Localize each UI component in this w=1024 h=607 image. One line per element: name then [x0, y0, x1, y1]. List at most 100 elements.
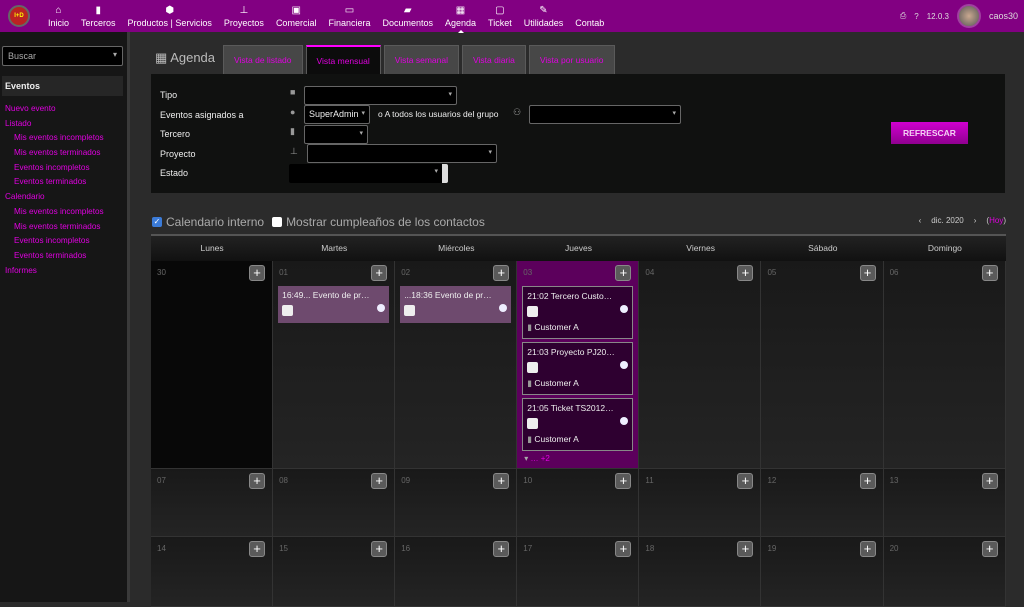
tipo-select[interactable]	[304, 86, 457, 105]
sidebar-link[interactable]: Mis eventos incompletos	[0, 131, 127, 146]
add-event-button[interactable]: +	[859, 541, 876, 557]
print-icon[interactable]: ⎙	[900, 11, 906, 21]
day-cell[interactable]: 13 +	[883, 469, 1006, 537]
prev-month-icon[interactable]: ‹	[919, 216, 922, 225]
event-card[interactable]: ...18:36 Evento de pr…	[400, 286, 512, 323]
menu-item-agenda[interactable]: ▦ Agenda	[439, 4, 482, 33]
sidebar-link[interactable]: Mis eventos terminados	[0, 220, 127, 235]
add-event-button[interactable]: +	[859, 265, 876, 281]
company-logo[interactable]: I+D	[8, 5, 30, 27]
group-select[interactable]	[529, 105, 681, 124]
day-cell[interactable]: 15 +	[273, 537, 396, 607]
day-cell[interactable]: 12 +	[761, 469, 884, 537]
add-event-button[interactable]: +	[371, 541, 388, 557]
day-cell[interactable]: 07 +	[151, 469, 274, 537]
day-cell[interactable]: 02 + ...18:36 Evento de pr…	[395, 261, 518, 469]
menu-item-productos[interactable]: ⬢ Productos | Servicios	[122, 4, 218, 28]
add-event-button[interactable]: +	[737, 473, 754, 489]
menu-item-documentos[interactable]: ▰ Documentos	[376, 4, 439, 28]
sidebar-link[interactable]: Mis eventos terminados	[0, 146, 127, 161]
menu-item-proyectos[interactable]: ⊥ Proyectos	[218, 4, 270, 28]
day-cell[interactable]: 10 +	[517, 469, 640, 537]
user-avatar[interactable]	[956, 4, 981, 28]
add-event-button[interactable]: +	[981, 265, 998, 281]
event-card[interactable]: 21:03 Proyecto PJ20… ▮ Customer A	[522, 342, 634, 395]
add-event-button[interactable]: +	[249, 541, 266, 557]
tab-vista-semanal[interactable]: Vista semanal	[383, 45, 459, 74]
day-cell[interactable]: 09 +	[395, 469, 518, 537]
tab-vista-de-listado[interactable]: Vista de listado	[223, 45, 303, 74]
day-cell[interactable]: 16 +	[395, 537, 518, 607]
estado-label: Estado	[160, 168, 189, 178]
username[interactable]: caos30	[989, 11, 1018, 21]
menu-item-financiera[interactable]: ▭ Financiera	[322, 4, 376, 28]
menu-item-label: Ticket	[488, 18, 512, 28]
add-event-button[interactable]: +	[737, 541, 754, 557]
event-card[interactable]: 21:05 Ticket TS2012… ▮ Customer A	[522, 398, 634, 451]
search-input[interactable]: Buscar	[2, 46, 123, 66]
week-row: 30 +01 +16:49... Evento de pr… 02 + ...18:36 …	[151, 261, 1006, 469]
tab-vista-por-usuario[interactable]: Vista por usuario	[528, 45, 615, 74]
day-cell[interactable]: 05 +	[761, 261, 884, 469]
add-event-button[interactable]: +	[615, 473, 632, 489]
day-cell[interactable]: 08 +	[273, 469, 396, 537]
sidebar-link[interactable]: Informes	[0, 264, 127, 279]
add-event-button[interactable]: +	[493, 541, 510, 557]
day-cell[interactable]: 19 +	[761, 537, 884, 607]
day-cell[interactable]: 06 +	[883, 261, 1006, 469]
add-event-button[interactable]: +	[249, 473, 266, 489]
sidebar-link[interactable]: Mis eventos incompletos	[0, 205, 127, 220]
status-dot	[620, 361, 629, 369]
add-event-button[interactable]: +	[249, 265, 266, 281]
refresh-button[interactable]: REFRESCAR	[891, 122, 968, 144]
internal-calendar-checkbox[interactable]: ✓	[152, 217, 162, 227]
add-event-button[interactable]: +	[493, 265, 510, 281]
event-card[interactable]: 21:02 Tercero Custo… ▮ Customer A	[522, 286, 634, 339]
sidebar-link[interactable]: Eventos terminados	[0, 175, 127, 190]
event-card[interactable]: 16:49... Evento de pr…	[278, 286, 390, 323]
tab-vista-diaria[interactable]: Vista diaria	[461, 45, 526, 74]
menu-item-utilidades[interactable]: ✎ Utilidades	[518, 4, 570, 28]
estado-select[interactable]	[289, 164, 448, 183]
add-event-button[interactable]: +	[981, 473, 998, 489]
day-cell[interactable]: 30 +	[151, 261, 274, 469]
add-event-button[interactable]: +	[615, 541, 632, 557]
sidebar-link[interactable]: Nuevo evento	[0, 102, 127, 117]
day-cell[interactable]: 14 +	[151, 537, 274, 607]
menu-item-ticket[interactable]: ▢ Ticket	[482, 4, 518, 28]
birthdays-checkbox[interactable]	[272, 217, 283, 227]
weekday-header: Jueves	[565, 243, 592, 253]
menu-item-comercial[interactable]: ▣ Comercial	[270, 4, 323, 28]
help-icon[interactable]: ?	[914, 12, 918, 21]
day-cell[interactable]: 11 +	[639, 469, 762, 537]
sidebar-link[interactable]: Eventos terminados	[0, 249, 127, 264]
proyecto-select[interactable]	[307, 144, 497, 163]
day-cell[interactable]: 17 +	[517, 537, 640, 607]
add-event-button[interactable]: +	[737, 265, 754, 281]
menu-item-inicio[interactable]: ⌂ Inicio	[42, 4, 75, 28]
sidebar-link[interactable]: Eventos incompletos	[0, 161, 127, 176]
assigned-user-select[interactable]: SuperAdmin	[304, 105, 370, 124]
sidebar-link[interactable]: Listado	[0, 117, 127, 132]
add-event-button[interactable]: +	[493, 473, 510, 489]
add-event-button[interactable]: +	[371, 473, 388, 489]
sidebar-link[interactable]: Calendario	[0, 190, 127, 205]
sidebar-link[interactable]: Eventos incompletos	[0, 234, 127, 249]
add-event-button[interactable]: +	[371, 265, 388, 281]
day-cell[interactable]: 20 +	[883, 537, 1006, 607]
day-cell[interactable]: 18 +	[639, 537, 762, 607]
day-cell[interactable]: 04 +	[639, 261, 762, 469]
day-cell[interactable]: 03 +21:02 Tercero Custo… ▮ Customer A 21:03…	[517, 261, 640, 469]
add-event-button[interactable]: +	[615, 265, 632, 281]
show-more-link[interactable]: ▾ … +2	[524, 454, 638, 463]
add-event-button[interactable]: +	[981, 541, 998, 557]
next-month-icon[interactable]: ›	[974, 216, 977, 225]
menu-item-label: Financiera	[328, 18, 371, 28]
add-event-button[interactable]: +	[859, 473, 876, 489]
tercero-select[interactable]	[304, 125, 368, 144]
menu-item-contab[interactable]: Contab	[569, 4, 610, 28]
day-cell[interactable]: 01 +16:49... Evento de pr…	[273, 261, 396, 469]
tab-vista-mensual[interactable]: Vista mensual	[305, 45, 381, 74]
menu-item-terceros[interactable]: ▮ Terceros	[75, 4, 122, 28]
today-link[interactable]: Hoy	[989, 216, 1003, 225]
